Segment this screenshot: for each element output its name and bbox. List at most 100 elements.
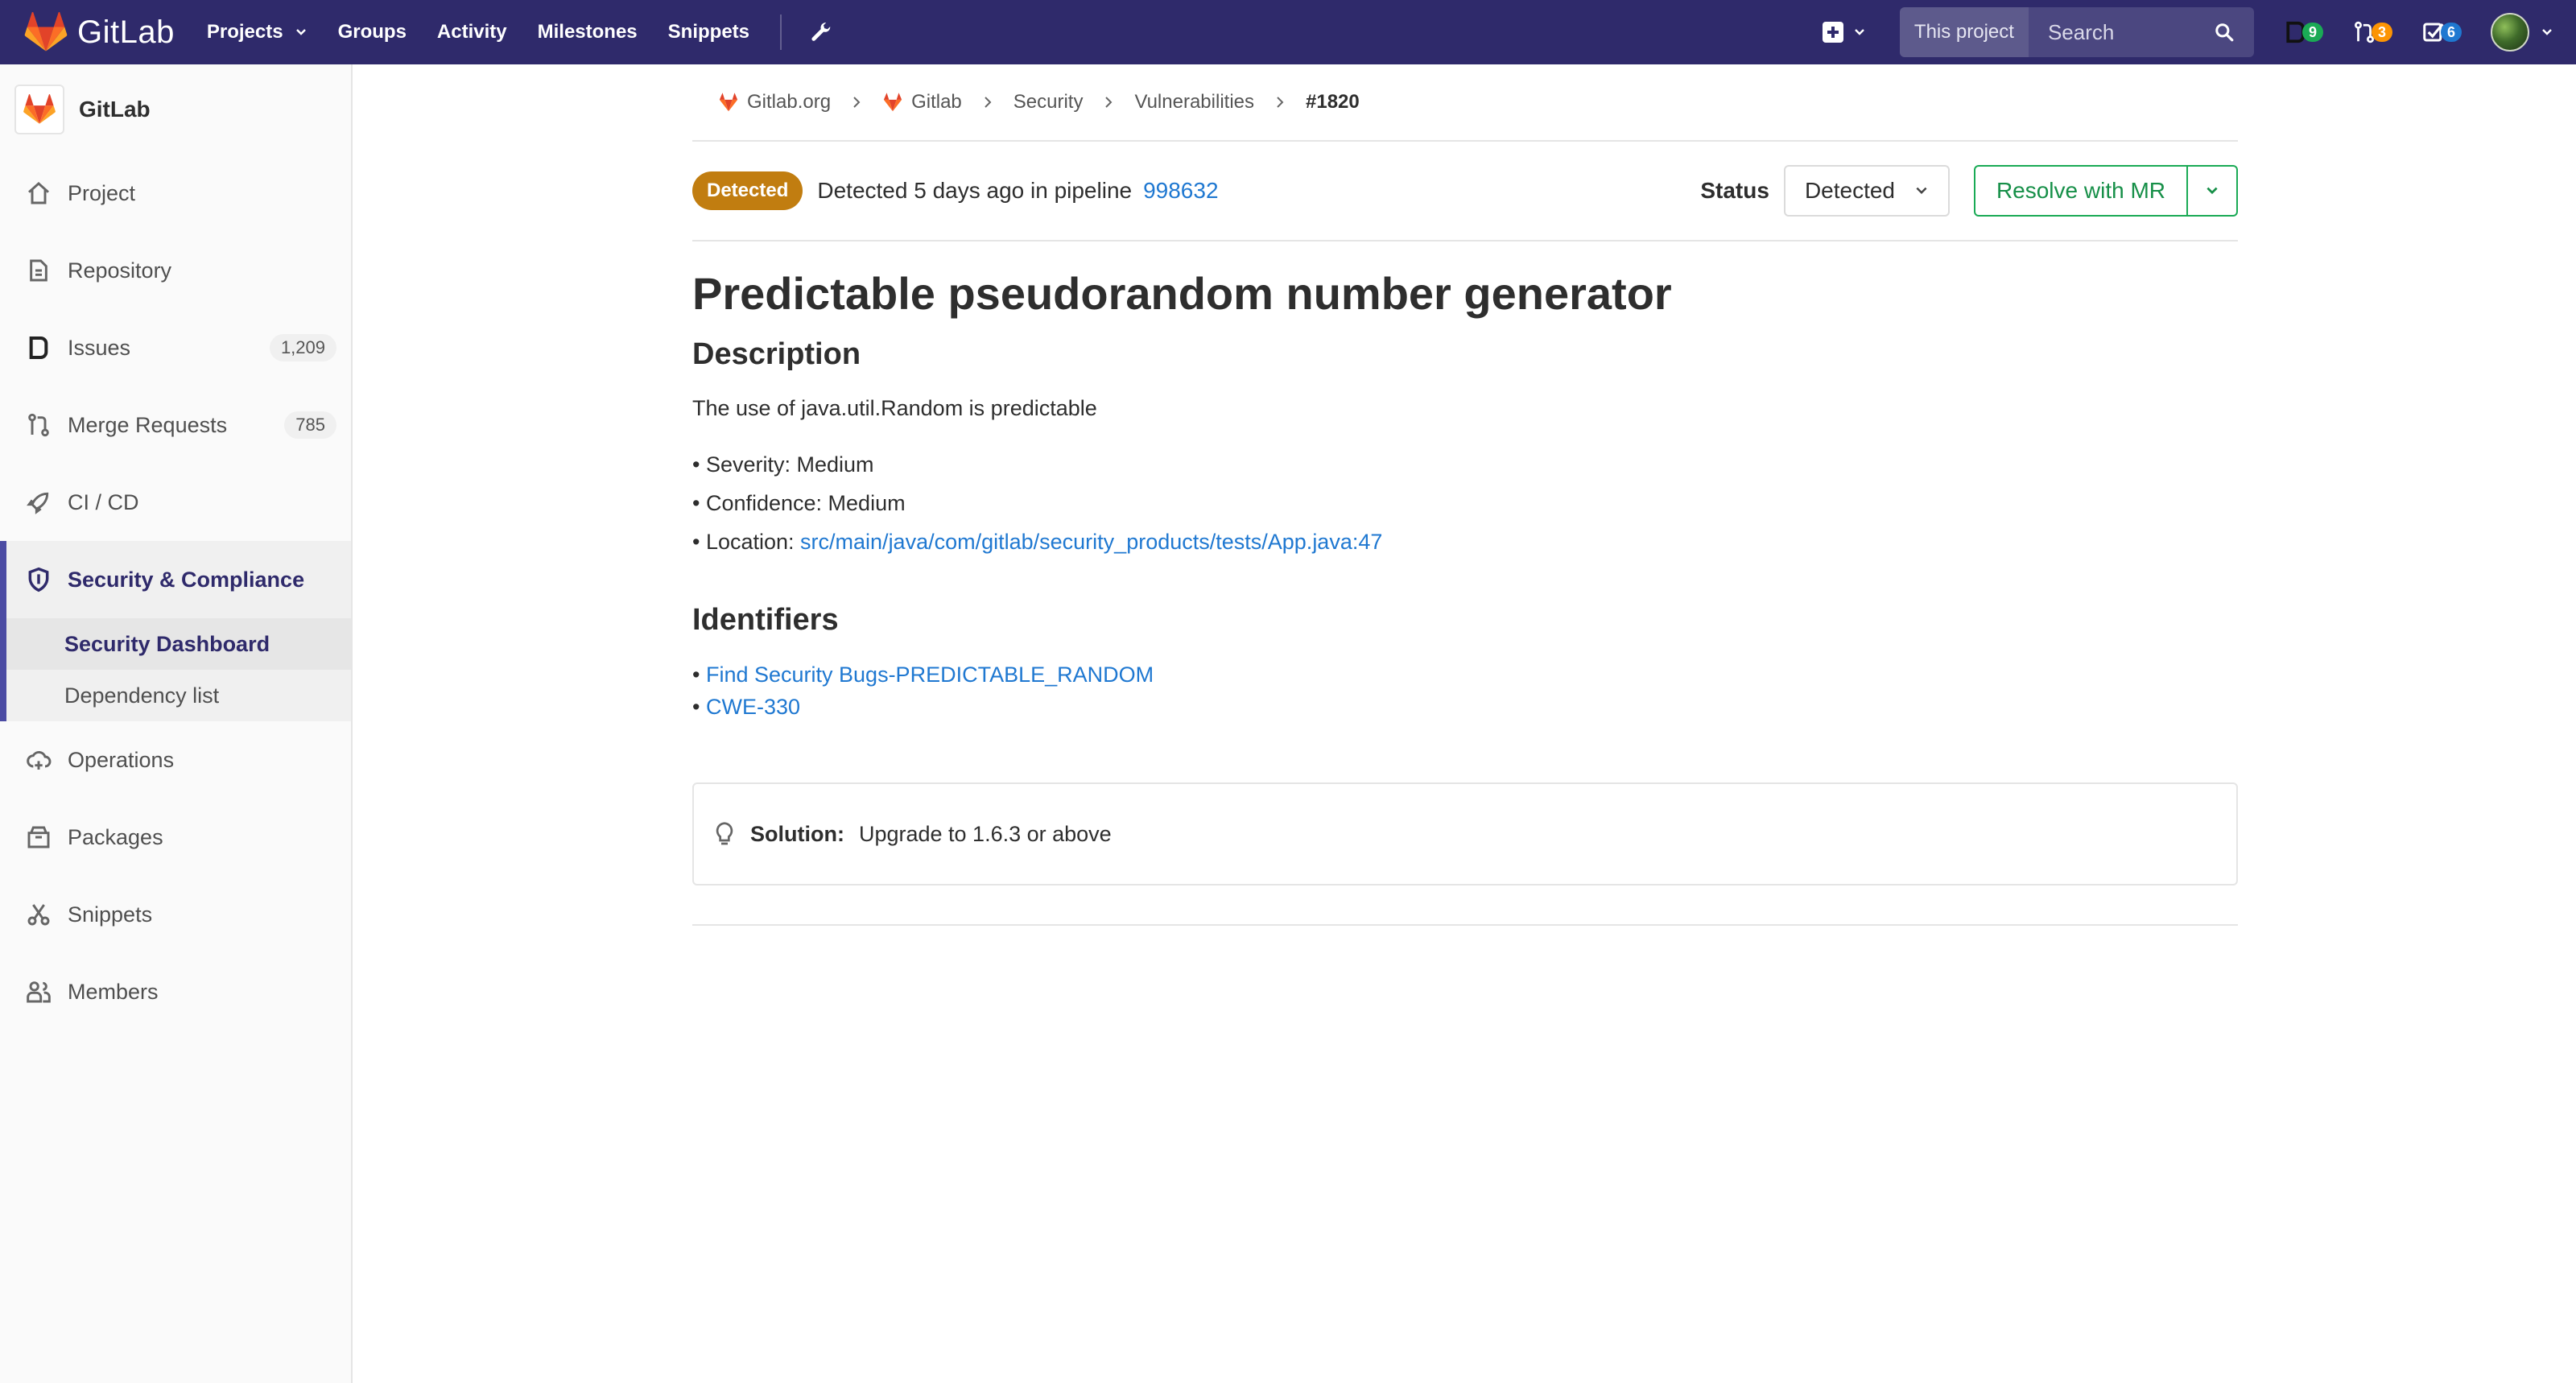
issues-count-badge: 9 (2301, 23, 2323, 42)
plus-square-icon (1822, 22, 1843, 43)
top-navbar: GitLab Projects Groups Activity Mileston… (0, 0, 2576, 64)
chevron-down-icon (2542, 29, 2552, 35)
sidebar-item-issues[interactable]: Issues 1,209 (0, 309, 351, 386)
breadcrumb-gitlab-org[interactable]: Gitlab.org (718, 91, 831, 114)
sidebar-item-operations[interactable]: Operations (0, 721, 351, 799)
location-label: • Location: (692, 530, 801, 554)
issues-counter[interactable]: 9 (2283, 20, 2323, 44)
project-sidebar: GitLab Project Repository Issues 1,209 M… (0, 64, 353, 1383)
breadcrumb-current[interactable]: #1820 (1306, 91, 1360, 114)
sidebar-project-header[interactable]: GitLab (0, 64, 351, 155)
identifiers-list: • Find Security Bugs-PREDICTABLE_RANDOM … (692, 658, 2238, 723)
nav-snippets[interactable]: Snippets (668, 21, 749, 43)
status-label: Status (1700, 178, 1769, 203)
user-menu[interactable] (2491, 13, 2553, 52)
severity-item: • Severity: Medium (692, 452, 874, 477)
resolve-split-button: Resolve with MR (1973, 165, 2238, 217)
search-form: This project (1899, 7, 2254, 57)
sidebar-item-snippets[interactable]: Snippets (0, 876, 351, 953)
sidebar-item-label: Members (68, 979, 159, 1004)
search-input[interactable] (2047, 19, 2209, 45)
todos-counter[interactable]: 6 (2421, 20, 2462, 44)
description-text: The use of java.util.Random is predictab… (692, 396, 1097, 420)
sidebar-item-merge-requests[interactable]: Merge Requests 785 (0, 386, 351, 464)
nav-milestones[interactable]: Milestones (538, 21, 638, 43)
search-scope-badge[interactable]: This project (1899, 7, 2029, 57)
sidebar-item-label: Merge Requests (68, 412, 228, 437)
bulb-icon (716, 822, 733, 845)
chevron-down-icon (1916, 187, 1927, 195)
nav-projects[interactable]: Projects (207, 21, 308, 43)
identifier-link-cwe[interactable]: CWE-330 (706, 695, 800, 719)
sidebar-item-label: Project (68, 180, 136, 205)
gitlab-logo-icon (719, 93, 738, 112)
chevron-down-icon (2207, 187, 2218, 195)
users-icon (27, 981, 51, 1003)
solution-text: Upgrade to 1.6.3 or above (858, 821, 1112, 846)
location-link[interactable]: src/main/java/com/gitlab/security_produc… (800, 530, 1382, 554)
location-item: • Location: src/main/java/com/gitlab/sec… (692, 522, 2238, 561)
sidebar-item-label: CI / CD (68, 489, 139, 514)
todos-count-badge: 6 (2440, 23, 2462, 42)
confidence-item: • Confidence: Medium (692, 491, 906, 515)
breadcrumb-security[interactable]: Security (1013, 91, 1084, 114)
admin-wrench-icon[interactable] (809, 20, 833, 44)
sidebar-item-repository[interactable]: Repository (0, 232, 351, 309)
list-item: • CWE-330 (692, 695, 800, 719)
gitlab-home-link[interactable]: GitLab (24, 0, 175, 64)
avatar (2491, 13, 2529, 52)
home-icon (28, 182, 49, 204)
nav-groups[interactable]: Groups (338, 21, 407, 43)
gitlab-logo-icon (23, 94, 56, 124)
sidebar-subitem-security-dashboard[interactable]: Security Dashboard (6, 618, 351, 670)
merge-requests-count: 785 (284, 411, 336, 439)
identifier-link-find-security-bugs[interactable]: Find Security Bugs-PREDICTABLE_RANDOM (706, 663, 1154, 687)
gitlab-logo-icon (24, 12, 68, 52)
breadcrumb-vulnerabilities[interactable]: Vulnerabilities (1134, 91, 1254, 114)
sidebar-item-label: Repository (68, 258, 172, 283)
issues-count: 1,209 (269, 334, 336, 361)
status-controls: Status Detected Resolve with MR (1700, 165, 2238, 217)
sidebar-item-project[interactable]: Project (0, 155, 351, 232)
sidebar-item-label: Security & Compliance (68, 567, 305, 592)
detected-text: Detected 5 days ago in pipeline (817, 178, 1133, 203)
sidebar-item-packages[interactable]: Packages (0, 799, 351, 876)
project-avatar (14, 85, 64, 134)
status-dropdown[interactable]: Detected (1783, 165, 1950, 217)
chevron-right-icon (853, 97, 861, 108)
main-nav: Projects Groups Activity Milestones Snip… (207, 0, 833, 64)
sidebar-item-security-compliance[interactable]: Security & Compliance (6, 541, 351, 618)
brand-name: GitLab (77, 14, 175, 50)
resolve-with-mr-button[interactable]: Resolve with MR (1975, 167, 2188, 215)
doc-icon (30, 259, 47, 282)
vulnerability-header: Detected Detected 5 days ago in pipeline… (692, 142, 2238, 242)
details-list: • Severity: Medium • Confidence: Medium … (692, 445, 2238, 561)
new-dropdown-button[interactable] (1822, 22, 1866, 43)
issues-icon (29, 336, 48, 359)
search-field[interactable] (2028, 7, 2254, 57)
nav-projects-label: Projects (206, 21, 283, 43)
pipeline-link[interactable]: 998632 (1143, 178, 1218, 204)
git-merge-icon (28, 413, 49, 437)
sidebar-item-label: Packages (68, 824, 163, 849)
breadcrumb: Gitlab.org Gitlab Security Vulnerabiliti… (692, 64, 2238, 142)
breadcrumb-gitlab[interactable]: Gitlab (882, 91, 962, 114)
nav-activity[interactable]: Activity (437, 21, 507, 43)
solution-label: Solution: (750, 821, 844, 846)
page-title: Predictable pseudorandom number generato… (692, 268, 1672, 319)
chevron-right-icon (985, 97, 992, 108)
sidebar-item-ci-cd[interactable]: CI / CD (0, 464, 351, 541)
sidebar-subitem-dependency-list[interactable]: Dependency list (6, 670, 351, 721)
package-icon (27, 826, 50, 848)
status-dropdown-value: Detected (1804, 178, 1896, 203)
search-icon[interactable] (2214, 22, 2235, 43)
sidebar-item-members[interactable]: Members (0, 953, 351, 1030)
status-badge: Detected (692, 171, 803, 210)
scissors-icon (27, 904, 50, 926)
solution-card: Solution: Upgrade to 1.6.3 or above (692, 782, 2238, 886)
breadcrumb-label: Gitlab.org (747, 91, 832, 113)
resolve-options-toggle[interactable] (2188, 167, 2236, 215)
merge-requests-counter[interactable]: 3 (2352, 20, 2392, 44)
chevron-down-icon (295, 29, 306, 35)
breadcrumb-label: Gitlab (911, 91, 962, 113)
